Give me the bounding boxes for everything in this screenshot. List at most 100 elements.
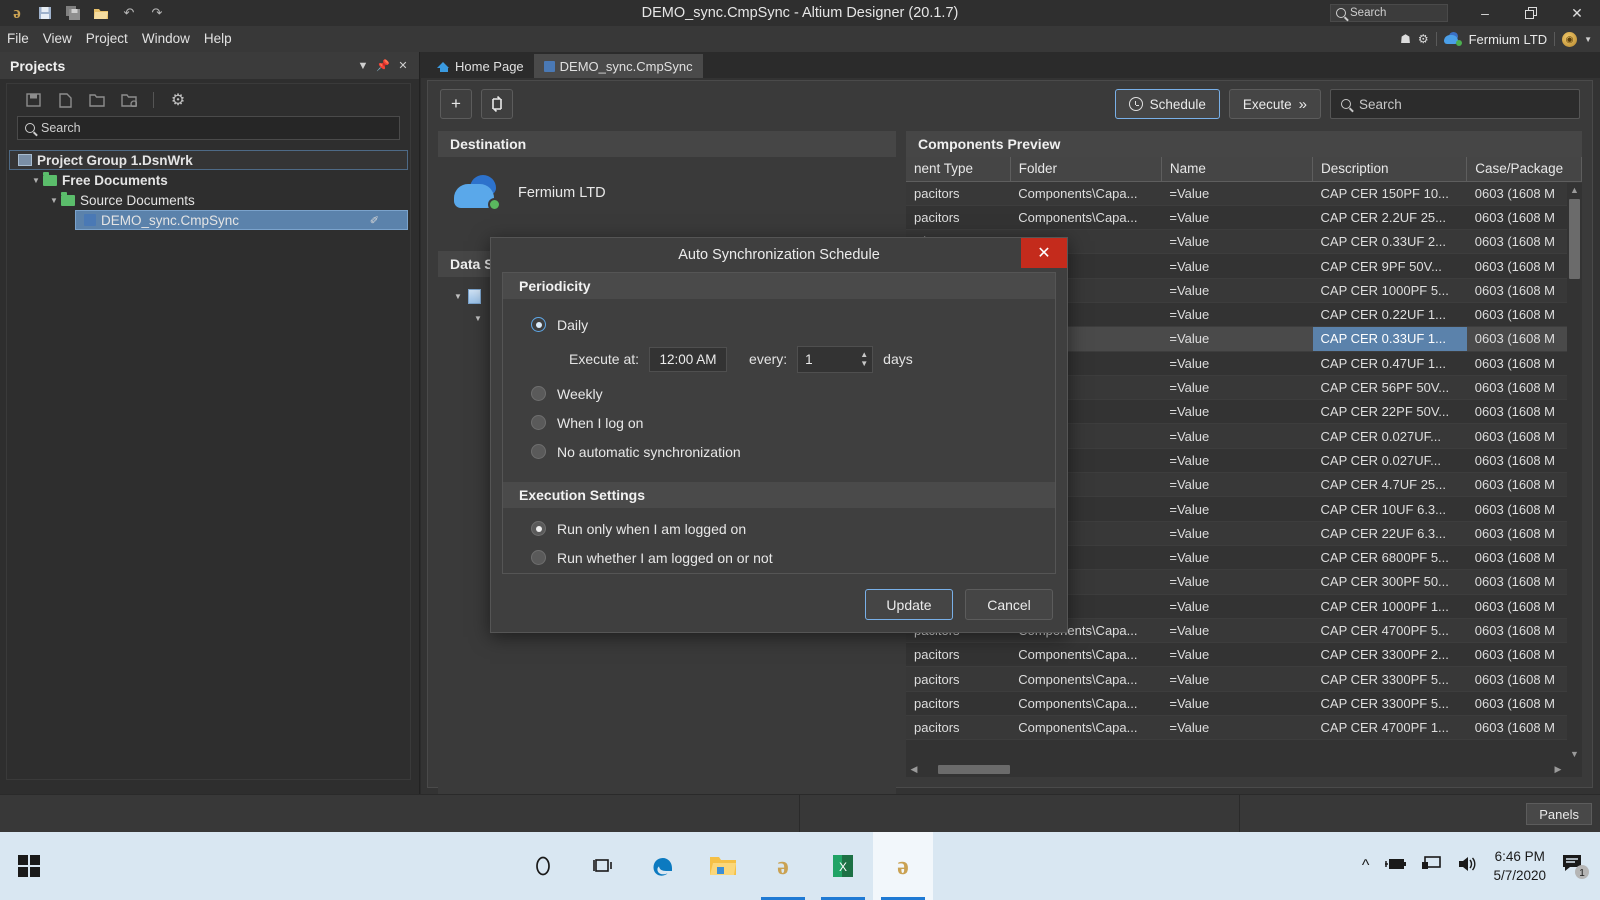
cell-desc[interactable]: CAP CER 3300PF 5... xyxy=(1312,691,1467,717)
pin-icon[interactable]: 📌 xyxy=(373,56,393,76)
cell-desc[interactable]: CAP CER 4.7UF 25... xyxy=(1312,472,1467,498)
save-project-icon[interactable] xyxy=(19,88,47,112)
cell-case-package[interactable]: 0603 (1608 M xyxy=(1466,302,1582,328)
battery-icon[interactable] xyxy=(1383,856,1407,877)
cell-name[interactable]: =Value xyxy=(1161,715,1313,741)
cell-case-package[interactable]: 0603 (1608 M xyxy=(1466,448,1582,474)
cell-case-package[interactable]: 0603 (1608 M xyxy=(1466,691,1582,717)
radio-weekly[interactable]: Weekly xyxy=(503,379,1055,408)
scroll-up-arrow-icon[interactable]: ▲ xyxy=(1567,183,1582,198)
cell-name[interactable]: =Value xyxy=(1161,618,1313,644)
schedule-button[interactable]: Schedule xyxy=(1114,89,1220,119)
altium-icon[interactable]: ә xyxy=(753,832,813,900)
dialog-close-button[interactable]: ✕ xyxy=(1021,238,1067,268)
cell-folder[interactable]: Components\Capa... xyxy=(1010,181,1162,206)
cell-case-package[interactable]: 0603 (1608 M xyxy=(1466,375,1582,401)
horizontal-scroll-thumb[interactable] xyxy=(938,765,1010,774)
tree-item-project-group[interactable]: Project Group 1.DsnWrk xyxy=(9,150,408,170)
table-row[interactable]: pacitorsComponents\Capa...=ValueCAP CER … xyxy=(906,666,1582,692)
horizontal-scroll-track[interactable] xyxy=(922,762,1550,777)
add-button[interactable]: + xyxy=(440,89,472,119)
cell-desc[interactable]: CAP CER 1000PF 5... xyxy=(1312,278,1467,303)
cell-case-package[interactable]: 0603 (1608 M xyxy=(1466,326,1582,352)
cell-name[interactable]: =Value xyxy=(1161,496,1313,522)
cell-desc[interactable]: CAP CER 0.027UF... xyxy=(1312,423,1467,449)
project-options-icon[interactable] xyxy=(115,88,143,112)
menu-view[interactable]: View xyxy=(36,26,79,52)
cell-folder[interactable]: Components\Capa... xyxy=(1010,666,1162,692)
panels-button[interactable]: Panels xyxy=(1526,803,1592,825)
scroll-down-arrow-icon[interactable]: ▼ xyxy=(1567,747,1582,762)
table-row[interactable]: pacitorsComponents\Capa...=ValueCAP CER … xyxy=(906,181,1582,206)
show-hidden-icons-chevron-icon[interactable]: ^ xyxy=(1362,857,1370,875)
cell-folder[interactable]: Components\Capa... xyxy=(1010,205,1162,231)
open-icon[interactable] xyxy=(88,1,114,25)
cell-desc[interactable]: CAP CER 1000PF 1... xyxy=(1312,594,1467,619)
cell-folder[interactable]: Components\Capa... xyxy=(1010,642,1162,668)
task-view-icon[interactable] xyxy=(573,832,633,900)
stepper-arrows[interactable]: ▲ ▼ xyxy=(860,350,868,368)
collapse-arrow-icon[interactable]: ▼ xyxy=(47,196,61,205)
cell-case-package[interactable]: 0603 (1608 M xyxy=(1466,642,1582,668)
save-icon[interactable] xyxy=(32,1,58,25)
cell-component-type[interactable]: pacitors xyxy=(906,666,1011,692)
sync-button[interactable] xyxy=(481,89,513,119)
menu-project[interactable]: Project xyxy=(79,26,135,52)
cell-folder[interactable]: Components\Capa... xyxy=(1010,715,1162,741)
cell-desc[interactable]: CAP CER 10UF 6.3... xyxy=(1312,496,1467,522)
cell-name[interactable]: =Value xyxy=(1161,666,1313,692)
cell-desc[interactable]: CAP CER 56PF 50V... xyxy=(1312,375,1467,401)
undo-icon[interactable]: ↶ xyxy=(116,1,142,25)
components-search-input[interactable]: Search xyxy=(1330,89,1580,119)
notification-center-icon[interactable]: 1 xyxy=(1560,851,1590,881)
table-horizontal-scrollbar[interactable]: ◀ ▶ xyxy=(906,762,1566,777)
cell-desc[interactable]: CAP CER 300PF 50... xyxy=(1312,569,1467,595)
cell-desc[interactable]: CAP CER 4700PF 5... xyxy=(1312,618,1467,644)
cell-case-package[interactable]: 0603 (1608 M xyxy=(1466,472,1582,498)
cell-name[interactable]: =Value xyxy=(1161,423,1313,449)
radio-when-i-log-on[interactable]: When I log on xyxy=(503,408,1055,437)
cell-component-type[interactable]: pacitors xyxy=(906,691,1011,717)
radio-run-only-when-logged-on[interactable]: Run only when I am logged on xyxy=(503,514,1055,543)
cortana-icon[interactable] xyxy=(513,832,573,900)
cell-component-type[interactable]: pacitors xyxy=(906,205,1011,231)
volume-icon[interactable] xyxy=(1457,855,1479,878)
cell-case-package[interactable]: 0603 (1608 M xyxy=(1466,666,1582,692)
cell-case-package[interactable]: 0603 (1608 M xyxy=(1466,253,1582,279)
execute-at-input[interactable]: 12:00 AM xyxy=(649,346,728,372)
cell-desc[interactable]: CAP CER 3300PF 2... xyxy=(1312,642,1467,668)
execute-button[interactable]: Execute » xyxy=(1228,89,1321,119)
cell-name[interactable]: =Value xyxy=(1161,594,1313,619)
minimize-button[interactable]: – xyxy=(1462,0,1508,26)
collapse-arrow-icon[interactable]: ▼ xyxy=(29,176,43,185)
table-row[interactable]: pacitorsComponents\Capa...=ValueCAP CER … xyxy=(906,691,1582,717)
tree-item-demo-sync-cmpsync[interactable]: DEMO_sync.CmpSync ✐ xyxy=(75,210,408,230)
user-avatar[interactable]: ◉ xyxy=(1562,31,1578,47)
column-header-folder[interactable]: Folder xyxy=(1010,157,1162,182)
every-days-stepper[interactable]: 1 ▲ ▼ xyxy=(797,345,874,373)
add-to-project-icon[interactable] xyxy=(83,88,111,112)
altium-icon[interactable]: ә xyxy=(873,832,933,900)
column-header-case-package[interactable]: Case/Package xyxy=(1466,157,1582,182)
cell-name[interactable]: =Value xyxy=(1161,642,1313,668)
table-vertical-scrollbar[interactable]: ▲ ▼ xyxy=(1567,183,1582,762)
cell-name[interactable]: =Value xyxy=(1161,691,1313,717)
cell-name[interactable]: =Value xyxy=(1161,326,1313,352)
cell-desc[interactable]: CAP CER 0.027UF... xyxy=(1312,448,1467,474)
cell-desc[interactable]: CAP CER 0.33UF 1... xyxy=(1312,326,1467,352)
column-header-component-type[interactable]: nent Type xyxy=(906,157,1011,182)
cell-name[interactable]: =Value xyxy=(1161,521,1313,546)
update-button[interactable]: Update xyxy=(865,589,953,620)
stepper-down-icon[interactable]: ▼ xyxy=(860,359,868,368)
tab-demo-sync-cmpsync[interactable]: DEMO_sync.CmpSync xyxy=(533,54,703,78)
cell-desc[interactable]: CAP CER 6800PF 5... xyxy=(1312,545,1467,571)
cell-component-type[interactable]: pacitors xyxy=(906,715,1011,741)
cell-name[interactable]: =Value xyxy=(1161,181,1313,206)
tree-item-source-documents[interactable]: ▼ Source Documents xyxy=(7,190,410,210)
redo-icon[interactable]: ↷ xyxy=(144,1,170,25)
gear-icon[interactable]: ⚙ xyxy=(1418,32,1429,46)
cell-name[interactable]: =Value xyxy=(1161,448,1313,474)
table-row[interactable]: pacitorsComponents\Capa...=ValueCAP CER … xyxy=(906,642,1582,668)
vertical-scroll-thumb[interactable] xyxy=(1569,199,1580,279)
close-button[interactable]: ✕ xyxy=(1554,0,1600,26)
